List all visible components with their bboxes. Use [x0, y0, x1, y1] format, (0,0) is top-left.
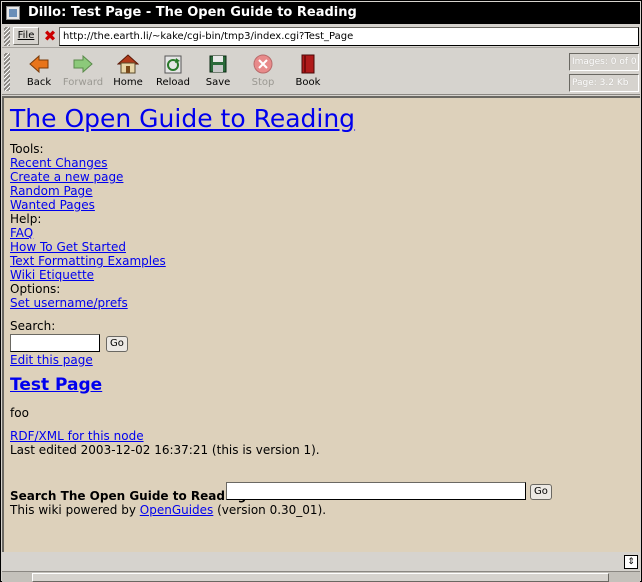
link-wanted-pages[interactable]: Wanted Pages — [10, 198, 95, 212]
home-label: Home — [113, 77, 143, 88]
link-how-to-get-started[interactable]: How To Get Started — [10, 240, 126, 254]
reload-label: Reload — [155, 77, 191, 88]
link-wiki-etiquette[interactable]: Wiki Etiquette — [10, 268, 94, 282]
page-body-text: foo — [10, 406, 29, 420]
powered-prefix: This wiki powered by — [10, 503, 140, 517]
link-set-prefs[interactable]: Set username/prefs — [10, 296, 128, 310]
back-arrow-icon — [28, 53, 50, 75]
search-label: Search: — [10, 319, 56, 333]
scrollbar-thumb[interactable] — [32, 573, 609, 582]
link-recent-changes[interactable]: Recent Changes — [10, 156, 107, 170]
horizontal-scrollbar[interactable] — [2, 571, 640, 582]
last-edited-text: Last edited 2003-12-02 16:37:21 (this is… — [10, 443, 320, 457]
reload-button[interactable]: Reload — [149, 52, 197, 92]
forward-arrow-icon — [72, 53, 94, 75]
stop-button[interactable]: Stop — [239, 52, 287, 92]
home-button[interactable]: Home — [104, 52, 152, 92]
file-menu-button[interactable]: File — [13, 27, 39, 45]
status-bar: ⇕ — [2, 553, 640, 571]
page-size-status: Page: 3.2 Kb — [569, 74, 639, 92]
save-button[interactable]: Save — [194, 52, 242, 92]
window-menu-icon[interactable] — [6, 6, 20, 20]
site-title-link[interactable]: The Open Guide to Reading — [10, 104, 355, 133]
powered-by-line: This wiki powered by OpenGuides (version… — [10, 503, 326, 517]
fullscreen-toggle-icon[interactable]: ⇕ — [624, 555, 638, 569]
page-content: The Open Guide to Reading Tools: Recent … — [2, 96, 640, 552]
rdf-xml-link[interactable]: RDF/XML for this node — [10, 429, 144, 443]
save-label: Save — [205, 77, 231, 88]
forward-label: Forward — [62, 77, 104, 88]
search-input[interactable] — [10, 334, 100, 352]
toolbar: Back Forward Home Reload Save Stop Book … — [2, 49, 640, 95]
openguides-link[interactable]: OpenGuides — [140, 503, 214, 517]
bookmarks-button[interactable]: Book — [284, 52, 332, 92]
forward-button[interactable]: Forward — [59, 52, 107, 92]
edit-page-link[interactable]: Edit this page — [10, 353, 93, 367]
bookmark-icon — [297, 53, 319, 75]
clear-url-icon[interactable]: ✖ — [41, 27, 59, 45]
help-label: Help: — [10, 212, 42, 226]
stop-label: Stop — [251, 77, 275, 88]
title-bar[interactable]: Dillo: Test Page - The Open Guide to Rea… — [2, 2, 640, 24]
powered-suffix: (version 0.30_01). — [213, 503, 327, 517]
options-label: Options: — [10, 282, 61, 296]
back-button[interactable]: Back — [15, 52, 63, 92]
save-icon — [207, 53, 229, 75]
home-icon — [116, 53, 140, 75]
back-label: Back — [26, 77, 52, 88]
bottom-search-label: Search The Open Guide to Reading: — [10, 489, 252, 503]
link-random-page[interactable]: Random Page — [10, 184, 93, 198]
link-text-formatting[interactable]: Text Formatting Examples — [10, 254, 166, 268]
search-go-button[interactable]: Go — [106, 336, 128, 352]
bottom-search-input[interactable] — [226, 482, 526, 500]
stop-icon — [252, 53, 274, 75]
link-faq[interactable]: FAQ — [10, 226, 33, 240]
location-bar: File ✖ — [2, 25, 640, 48]
handle-grip-icon[interactable] — [4, 27, 10, 46]
url-input[interactable] — [59, 27, 639, 46]
tools-label: Tools: — [10, 142, 44, 156]
browser-window: Dillo: Test Page - The Open Guide to Rea… — [0, 0, 642, 582]
window-title: Dillo: Test Page - The Open Guide to Rea… — [28, 5, 357, 20]
link-create-page[interactable]: Create a new page — [10, 170, 123, 184]
bottom-search-go-button[interactable]: Go — [530, 484, 552, 500]
images-status: Images: 0 of 0 — [569, 53, 639, 71]
book-label: Book — [295, 77, 321, 88]
page-title-link[interactable]: Test Page — [10, 375, 102, 395]
reload-icon — [162, 53, 184, 75]
toolbar-grip-icon[interactable] — [4, 53, 10, 91]
